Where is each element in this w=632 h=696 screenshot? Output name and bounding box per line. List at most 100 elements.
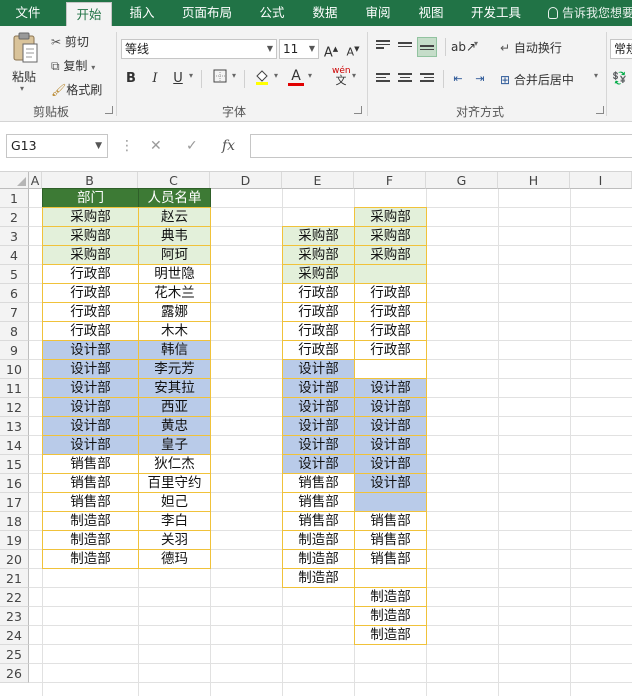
col-e-cell[interactable]: 采购部 xyxy=(282,264,355,284)
column-header-b[interactable]: B xyxy=(42,172,138,189)
dept-cell[interactable]: 设计部 xyxy=(42,340,139,360)
name-cell[interactable]: 典韦 xyxy=(138,226,211,246)
decrease-font-icon[interactable]: A▼ xyxy=(343,39,363,59)
tab-page-layout[interactable]: 页面布局 xyxy=(175,0,239,26)
col-f-cell[interactable]: 销售部 xyxy=(354,511,427,531)
col-f-cell[interactable] xyxy=(354,264,427,284)
col-f-cell[interactable]: 行政部 xyxy=(354,302,427,322)
row-header-8[interactable]: 8 xyxy=(0,322,29,341)
col-f-cell[interactable] xyxy=(354,359,427,379)
paste-label[interactable]: 粘贴 xyxy=(12,68,36,85)
formula-input[interactable] xyxy=(250,134,632,158)
row-header-21[interactable]: 21 xyxy=(0,569,29,588)
align-bottom-icon[interactable] xyxy=(417,37,437,57)
orientation-icon[interactable]: ab↗ xyxy=(451,37,476,57)
dept-cell[interactable]: 设计部 xyxy=(42,359,139,379)
borders-icon[interactable] xyxy=(210,69,230,89)
name-cell[interactable]: 李元芳 xyxy=(138,359,211,379)
italic-button[interactable]: I xyxy=(145,69,165,89)
col-f-cell[interactable]: 制造部 xyxy=(354,606,427,626)
tab-home[interactable]: 开始 xyxy=(66,2,112,26)
dept-cell[interactable]: 采购部 xyxy=(42,207,139,227)
col-e-cell[interactable]: 制造部 xyxy=(282,530,355,550)
name-cell[interactable]: 西亚 xyxy=(138,397,211,417)
col-e-cell[interactable]: 行政部 xyxy=(282,340,355,360)
tab-file[interactable]: 文件 xyxy=(0,0,56,26)
col-f-cell[interactable]: 采购部 xyxy=(354,245,427,265)
cancel-icon[interactable]: ✕ xyxy=(150,134,162,158)
underline-button[interactable]: U xyxy=(168,69,188,89)
row-header-17[interactable]: 17 xyxy=(0,493,29,512)
col-e-cell[interactable]: 采购部 xyxy=(282,226,355,246)
cut-button[interactable]: ✂ 剪切 xyxy=(51,33,89,50)
col-f-cell[interactable]: 行政部 xyxy=(354,283,427,303)
column-header-e[interactable]: E xyxy=(282,172,354,189)
col-f-cell[interactable]: 行政部 xyxy=(354,340,427,360)
name-cell[interactable]: 韩信 xyxy=(138,340,211,360)
name-cell[interactable]: 德玛 xyxy=(138,549,211,569)
dept-cell[interactable]: 制造部 xyxy=(42,511,139,531)
name-cell[interactable]: 黄忠 xyxy=(138,416,211,436)
row-header-18[interactable]: 18 xyxy=(0,512,29,531)
name-cell[interactable]: 百里守约 xyxy=(138,473,211,493)
name-cell[interactable]: 安其拉 xyxy=(138,378,211,398)
col-e-cell[interactable]: 销售部 xyxy=(282,511,355,531)
col-e-cell[interactable]: 销售部 xyxy=(282,473,355,493)
dept-cell[interactable]: 制造部 xyxy=(42,530,139,550)
align-middle-icon[interactable] xyxy=(395,37,415,57)
col-e-cell[interactable]: 行政部 xyxy=(282,302,355,322)
col-f-cell[interactable]: 采购部 xyxy=(354,207,427,227)
copy-button[interactable]: ⧉ 复制 ▾ xyxy=(51,57,95,74)
insert-function-icon[interactable]: fx xyxy=(222,134,235,158)
row-header-4[interactable]: 4 xyxy=(0,246,29,265)
col-e-cell[interactable]: 采购部 xyxy=(282,245,355,265)
column-header-i[interactable]: I xyxy=(570,172,632,189)
dept-cell[interactable]: 行政部 xyxy=(42,321,139,341)
col-f-cell[interactable]: 行政部 xyxy=(354,321,427,341)
font-launcher-icon[interactable] xyxy=(354,106,362,114)
row-header-5[interactable]: 5 xyxy=(0,265,29,284)
column-header-d[interactable]: D xyxy=(210,172,282,189)
tab-view[interactable]: 视图 xyxy=(411,0,451,26)
bold-button[interactable]: B xyxy=(121,69,141,89)
dept-cell[interactable]: 制造部 xyxy=(42,549,139,569)
row-header-23[interactable]: 23 xyxy=(0,607,29,626)
row-header-10[interactable]: 10 xyxy=(0,360,29,379)
phonetic-button[interactable]: wén 文 xyxy=(332,66,351,87)
row-header-22[interactable]: 22 xyxy=(0,588,29,607)
row-header-3[interactable]: 3 xyxy=(0,227,29,246)
clipboard-launcher-icon[interactable] xyxy=(105,106,113,114)
name-cell[interactable]: 李白 xyxy=(138,511,211,531)
col-f-cell[interactable]: 制造部 xyxy=(354,625,427,645)
name-cell[interactable]: 明世隐 xyxy=(138,264,211,284)
col-e-cell[interactable]: 设计部 xyxy=(282,454,355,474)
name-cell[interactable]: 赵云 xyxy=(138,207,211,227)
wrap-text-button[interactable]: ↵ 自动换行 xyxy=(500,39,562,56)
number-format-combo[interactable]: 常规 xyxy=(610,39,632,59)
dept-cell[interactable]: 行政部 xyxy=(42,283,139,303)
col-f-cell[interactable]: 制造部 xyxy=(354,587,427,607)
name-cell[interactable]: 阿珂 xyxy=(138,245,211,265)
col-f-cell[interactable]: 设计部 xyxy=(354,454,427,474)
col-e-cell[interactable]: 设计部 xyxy=(282,397,355,417)
align-center-icon[interactable] xyxy=(395,69,415,89)
column-header-h[interactable]: H xyxy=(498,172,570,189)
dept-cell[interactable]: 设计部 xyxy=(42,397,139,417)
col-e-cell[interactable]: 制造部 xyxy=(282,549,355,569)
row-header-14[interactable]: 14 xyxy=(0,436,29,455)
dept-cell[interactable]: 销售部 xyxy=(42,473,139,493)
fill-color-icon[interactable] xyxy=(252,69,272,89)
col-e-cell[interactable]: 设计部 xyxy=(282,416,355,436)
tab-data[interactable]: 数据 xyxy=(305,0,345,26)
merge-center-button[interactable]: ⊞ 合并后居中 xyxy=(500,71,574,88)
row-header-2[interactable]: 2 xyxy=(0,208,29,227)
format-painter-button[interactable]: 🖌格式刷 xyxy=(51,81,102,98)
orientation-dropdown-icon[interactable]: ▾ xyxy=(474,39,478,48)
col-e-cell[interactable]: 行政部 xyxy=(282,321,355,341)
header-cell-dept[interactable]: 部门 xyxy=(42,188,139,208)
underline-dropdown-icon[interactable]: ▾ xyxy=(189,71,193,80)
align-left-icon[interactable] xyxy=(373,69,393,89)
name-box[interactable]: G13 ▼ xyxy=(6,134,108,158)
name-cell[interactable]: 花木兰 xyxy=(138,283,211,303)
increase-indent-icon[interactable]: ⇥ xyxy=(470,69,490,89)
